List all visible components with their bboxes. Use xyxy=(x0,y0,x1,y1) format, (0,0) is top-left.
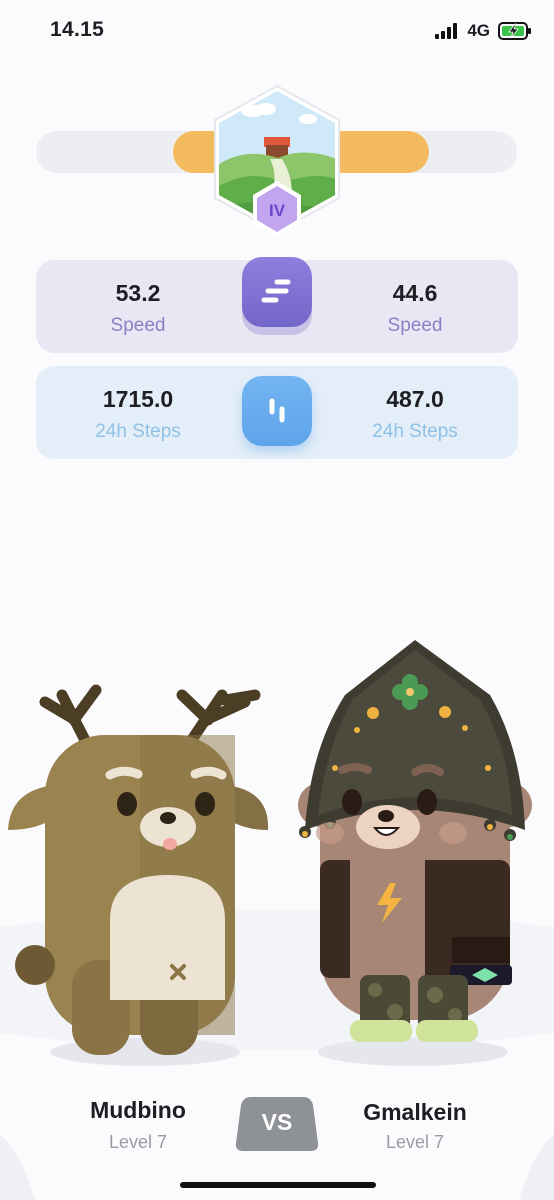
speed-icon-button[interactable] xyxy=(242,257,312,327)
speed-lines-icon xyxy=(261,279,291,303)
player2-steps-value: 487.0 xyxy=(386,386,444,412)
player1-steps-label: 24h Steps xyxy=(95,421,181,442)
footsteps-icon xyxy=(269,398,285,423)
league-roman-numeral: IV xyxy=(269,201,286,220)
vs-label: VS xyxy=(261,1109,293,1135)
status-time: 14.15 xyxy=(50,18,105,41)
player2-speed-label: Speed xyxy=(387,315,443,336)
player1-speed-label: Speed xyxy=(110,315,166,336)
deer-avatar[interactable] xyxy=(0,680,285,1070)
player1-steps-value: 1715.0 xyxy=(102,386,174,412)
league-badge[interactable]: IV xyxy=(208,83,346,243)
player1-level: Level 7 xyxy=(108,1132,168,1152)
status-icons: 4G xyxy=(435,18,532,44)
network-type: 4G xyxy=(467,21,490,40)
player2-name: Gmalkein xyxy=(363,1099,467,1125)
battery-charging-icon xyxy=(498,22,531,40)
bear-avatar[interactable] xyxy=(290,640,540,1070)
player1-name: Mudbino xyxy=(90,1097,186,1123)
player2-speed-value: 44.6 xyxy=(392,280,438,306)
signal-icon xyxy=(435,23,458,39)
home-indicator[interactable] xyxy=(180,1182,376,1188)
player2-steps-label: 24h Steps xyxy=(372,421,458,442)
steps-icon-button[interactable] xyxy=(242,376,312,446)
player1-speed-value: 53.2 xyxy=(115,280,161,306)
player2-level: Level 7 xyxy=(385,1132,445,1152)
